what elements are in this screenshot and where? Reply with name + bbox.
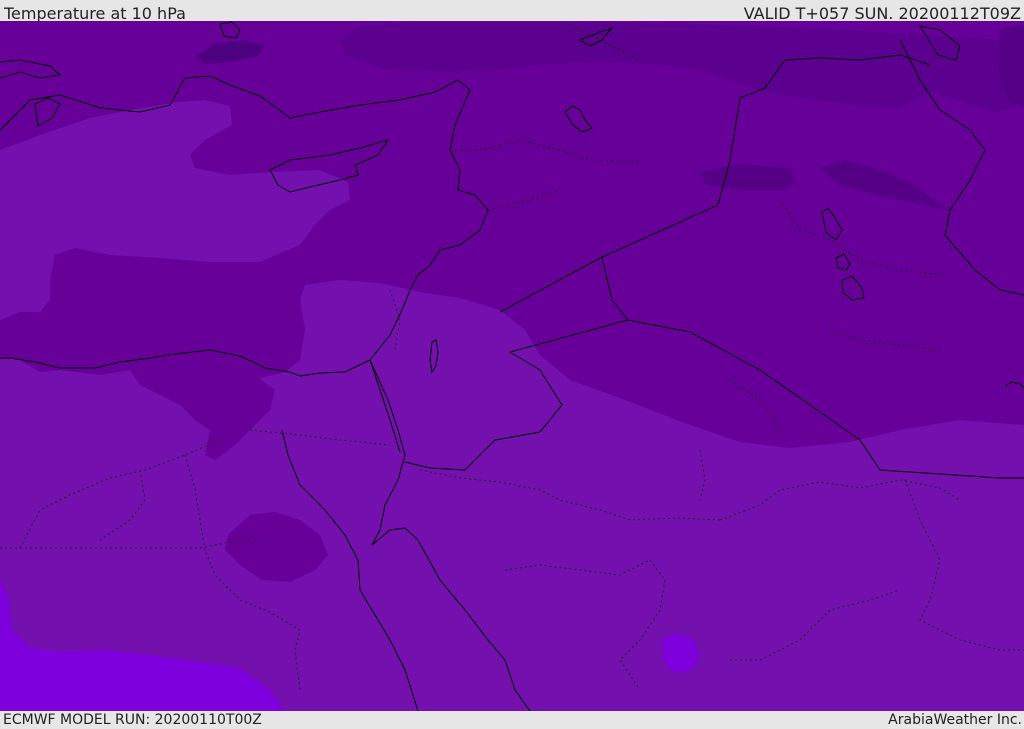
header-bar: Temperature at 10 hPa VALID T+057 SUN. 2…: [0, 0, 1024, 23]
model-run: ECMWF MODEL RUN: 20200110T00Z: [3, 712, 262, 728]
credit-label: ArabiaWeather Inc.: [888, 712, 1022, 728]
footer-bar: ECMWF MODEL RUN: 20200110T00Z ArabiaWeat…: [0, 711, 1024, 729]
map-canvas: [0, 21, 1024, 711]
temperature-map[interactable]: [0, 21, 1024, 711]
